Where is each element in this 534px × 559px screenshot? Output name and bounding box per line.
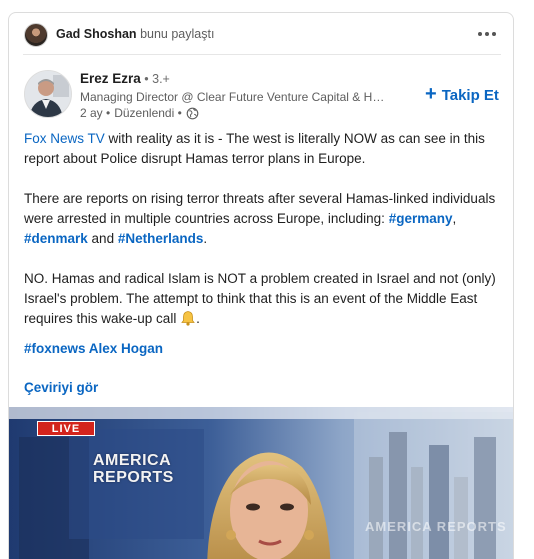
post-text-span: . — [196, 311, 200, 326]
more-dot-icon — [485, 32, 489, 36]
post-text-span: . — [203, 231, 208, 246]
author-avatar[interactable] — [24, 70, 72, 118]
globe-icon — [186, 107, 199, 119]
bell-icon — [181, 311, 195, 326]
mention-alex-hogan[interactable]: Alex Hogan — [86, 341, 163, 356]
live-badge: LIVE — [37, 421, 95, 436]
post-text-span: and — [87, 231, 118, 246]
author-photo-icon — [25, 71, 71, 117]
post-text-span: NO. Hamas and radical Islam is NOT a pro… — [24, 271, 496, 326]
connection-degree: • 3.+ — [140, 72, 170, 86]
post-text: Fox News TV with reality as it is - The … — [24, 129, 504, 379]
share-action-label: bunu paylaştı — [140, 27, 215, 41]
feed-post-card: Gad Shoshan bunu paylaştı Erez Ezra • 3.… — [8, 12, 514, 559]
share-header: Gad Shoshan bunu paylaştı — [9, 13, 513, 55]
author-name-row: Erez Ezra • 3.+ — [80, 71, 170, 86]
post-paragraph-2: There are reports on rising terror threa… — [24, 189, 504, 249]
follow-label: Takip Et — [441, 86, 499, 104]
hashtag-netherlands[interactable]: #Netherlands — [118, 231, 204, 246]
sharer-avatar[interactable] — [24, 23, 48, 47]
header-divider — [23, 54, 501, 55]
share-text: Gad Shoshan bunu paylaştı — [56, 27, 214, 41]
post-text-span: , — [452, 211, 457, 226]
hashtag-foxnews[interactable]: #foxnews — [24, 341, 86, 356]
post-paragraph-4: #foxnews Alex Hogan — [24, 339, 504, 359]
post-meta: 2 ay • Düzenlendi • — [80, 106, 199, 120]
post-paragraph-3: NO. Hamas and radical Islam is NOT a pro… — [24, 269, 504, 329]
more-dot-icon — [478, 32, 482, 36]
author-headline: Managing Director @ Clear Future Venture… — [80, 90, 386, 104]
more-options-button[interactable] — [473, 23, 501, 45]
post-paragraph-1: Fox News TV with reality as it is - The … — [24, 129, 504, 169]
hashtag-denmark[interactable]: #denmark — [24, 231, 88, 246]
mention-fox-news[interactable]: Fox News TV — [24, 131, 105, 146]
edited-label: Düzenlendi • — [114, 106, 182, 120]
follow-button[interactable]: + Takip Et — [425, 83, 499, 107]
sharer-name[interactable]: Gad Shoshan — [56, 27, 137, 41]
author-name[interactable]: Erez Ezra — [80, 71, 141, 86]
plus-icon: + — [425, 83, 437, 105]
hashtag-germany[interactable]: #germany — [389, 211, 453, 226]
post-time: 2 ay • — [80, 106, 111, 120]
show-watermark: AMERICA REPORTS — [365, 519, 507, 534]
show-title-graphic: AMERICA REPORTS — [93, 452, 174, 486]
video-player[interactable]: LIVE AMERICA REPORTS AMERICA REPORTS — [9, 407, 513, 559]
more-dot-icon — [492, 32, 496, 36]
see-translation-link[interactable]: Çeviriyi gör — [24, 380, 98, 395]
